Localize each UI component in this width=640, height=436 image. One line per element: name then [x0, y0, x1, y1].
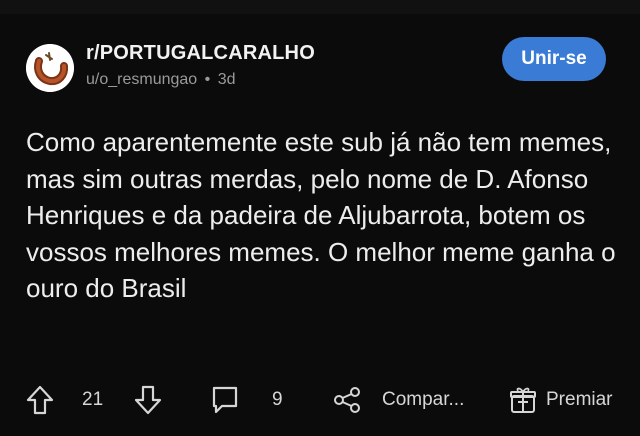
comment-icon [212, 386, 238, 414]
upvote-icon [26, 385, 54, 415]
post-age: 3d [217, 71, 236, 88]
comment-count: 9 [272, 389, 283, 410]
author-name[interactable]: u/o_resmungao [86, 71, 197, 88]
award-button[interactable] [508, 382, 538, 418]
share-icon [334, 387, 360, 413]
subreddit-name[interactable]: r/PORTUGALCARALHO [86, 42, 315, 65]
post-actions-bar: 21 9 Compar... Premiar [26, 382, 636, 418]
comment-button[interactable] [210, 382, 240, 418]
upvote-button[interactable] [26, 382, 54, 418]
award-label[interactable]: Premiar [546, 382, 613, 418]
downvote-button[interactable] [134, 382, 162, 418]
meta-separator: • [204, 71, 211, 88]
post-meta: r/PORTUGALCARALHO u/o_resmungao • 3d [86, 42, 315, 89]
post-byline: u/o_resmungao • 3d [86, 71, 315, 89]
subreddit-avatar[interactable] [26, 44, 74, 92]
share-button[interactable] [332, 382, 362, 418]
post-body-text: Como aparentemente este sub já não tem m… [26, 127, 616, 303]
sausage-logo-icon [26, 44, 74, 92]
join-button[interactable]: Unir-se [502, 37, 606, 81]
vote-count: 21 [82, 389, 104, 410]
top-strip [0, 0, 640, 14]
post-header: r/PORTUGALCARALHO u/o_resmungao • 3d Uni… [26, 37, 616, 96]
share-label[interactable]: Compar... [382, 382, 464, 418]
award-icon [510, 387, 536, 413]
downvote-icon [134, 385, 162, 415]
